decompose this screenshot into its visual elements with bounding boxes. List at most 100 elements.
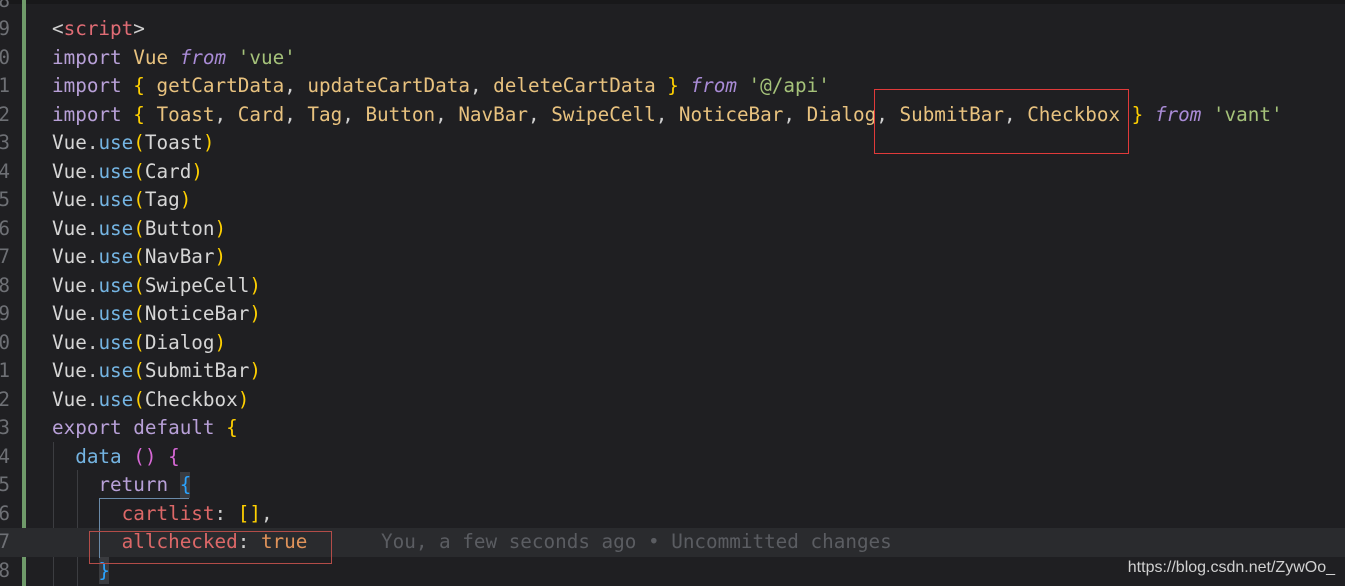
- code-token: Vue: [52, 302, 87, 325]
- code-token: []: [237, 501, 261, 525]
- code-token: (: [133, 245, 145, 268]
- code-token: {: [179, 473, 192, 496]
- code-token: ): [249, 273, 261, 297]
- code-token: ): [191, 159, 203, 183]
- code-token: getCartData: [156, 74, 285, 97]
- code-editor[interactable]: 8 9 <script> 0 import Vue from 'vue' 1 import …: [0, 0, 1345, 585]
- code-token: use: [98, 188, 134, 211]
- code-token: ,: [214, 102, 238, 126]
- code-token: (: [133, 216, 145, 240]
- code-token: Checkbox: [144, 387, 238, 411]
- line-number: 4: [0, 159, 10, 183]
- code-token: ,: [342, 102, 366, 126]
- code-token: return: [52, 473, 180, 496]
- code-line[interactable]: 2 import { Toast, Card, Tag, Button, NavB…: [0, 101, 1345, 130]
- code-line[interactable]: 9 <script>: [0, 15, 1345, 44]
- line-number: 3: [0, 131, 10, 154]
- code-token: Vue: [52, 387, 87, 411]
- code-token: (: [133, 302, 145, 325]
- code-line[interactable]: 1 Vue.use(SubmitBar): [0, 357, 1345, 386]
- code-token: Vue: [52, 330, 87, 354]
- code-token: .: [86, 359, 99, 382]
- highlight-annotation-box: [874, 89, 1129, 154]
- line-number: 4: [0, 444, 10, 468]
- code-text: data () {: [52, 443, 180, 472]
- code-token: Dialog: [144, 330, 215, 354]
- code-token: .: [86, 216, 99, 240]
- code-token: SwipeCell: [551, 102, 656, 126]
- line-number: 3: [0, 416, 10, 439]
- code-token: ): [214, 245, 227, 268]
- code-token: Card: [237, 102, 285, 126]
- code-token: Vue: [52, 159, 87, 183]
- code-line[interactable]: 4 Vue.use(Card): [0, 158, 1345, 187]
- code-text: Vue.use(Dialog): [52, 329, 226, 358]
- code-token: NoticeBar: [144, 302, 250, 325]
- code-token: from: [690, 74, 737, 97]
- code-token: Toast: [156, 102, 215, 126]
- code-line[interactable]: 0 import Vue from 'vue': [0, 44, 1345, 73]
- line-number: 0: [0, 45, 10, 69]
- code-token: export: [52, 416, 134, 439]
- code-token: import: [52, 102, 134, 126]
- git-blame-annotation: You, a few seconds ago • Uncommitted cha…: [381, 530, 892, 553]
- code-line[interactable]: 2 Vue.use(Checkbox): [0, 386, 1345, 415]
- code-text: Vue.use(NoticeBar): [52, 300, 261, 329]
- code-token: .: [86, 188, 99, 211]
- code-token: ,: [435, 102, 459, 126]
- line-number: 8: [0, 558, 10, 582]
- code-line[interactable]: 3 Vue.use(Toast): [0, 129, 1345, 158]
- code-line[interactable]: 6 cartlist: [],: [0, 500, 1345, 529]
- code-token: Dialog: [806, 102, 877, 126]
- code-line[interactable]: 5 Vue.use(Tag): [0, 186, 1345, 215]
- line-number: 8: [0, 273, 10, 297]
- code-text: export default {: [52, 414, 238, 443]
- code-token: .: [86, 302, 99, 325]
- code-line[interactable]: 7 Vue.use(NavBar): [0, 243, 1345, 272]
- code-token: Tag: [144, 188, 180, 211]
- watermark: https://blog.csdn.net/ZywOo_: [1127, 559, 1335, 576]
- code-token: .: [86, 131, 99, 154]
- code-token: .: [86, 387, 99, 411]
- code-token: ): [249, 302, 261, 325]
- code-token: Card: [144, 159, 192, 183]
- code-line[interactable]: 8 Vue.use(SwipeCell): [0, 272, 1345, 301]
- line-number: 6: [0, 216, 10, 240]
- code-line[interactable]: 9 Vue.use(NoticeBar): [0, 300, 1345, 329]
- code-token: (: [133, 188, 145, 211]
- code-token: import: [52, 45, 134, 69]
- code-text: Vue.use(Toast): [52, 129, 215, 158]
- line-number: 2: [0, 102, 10, 126]
- line-number: 8: [0, 0, 10, 12]
- code-token: :: [214, 501, 238, 525]
- code-line[interactable]: 3 export default {: [0, 414, 1345, 443]
- code-token: 'vue': [226, 45, 296, 69]
- code-token: {: [168, 444, 180, 468]
- code-token: (: [133, 359, 145, 382]
- code-token: (: [133, 131, 145, 154]
- code-line[interactable]: 4 data () {: [0, 443, 1345, 472]
- code-token: ): [214, 216, 227, 240]
- code-text: Vue.use(SubmitBar): [52, 357, 261, 386]
- code-text: cartlist: [],: [52, 500, 273, 529]
- code-text: import { getCartData, updateCartData, de…: [52, 72, 830, 101]
- code-line[interactable]: 8: [0, 0, 1345, 15]
- line-number: 7: [0, 245, 10, 268]
- code-token: Vue: [52, 245, 87, 268]
- code-token: ): [202, 131, 215, 154]
- code-line[interactable]: 1 import { getCartData, updateCartData, d…: [0, 72, 1345, 101]
- line-number: 1: [0, 74, 10, 97]
- code-token: use: [98, 216, 134, 240]
- code-token: ): [237, 387, 250, 411]
- code-token: NavBar: [458, 102, 528, 126]
- code-token: data: [52, 444, 134, 468]
- code-line[interactable]: 6 Vue.use(Button): [0, 215, 1345, 244]
- code-token: Button: [144, 216, 215, 240]
- code-token: <: [52, 17, 64, 40]
- code-line[interactable]: 0 Vue.use(Dialog): [0, 329, 1345, 358]
- code-token: SwipeCell: [144, 273, 250, 297]
- code-token: script: [63, 17, 134, 40]
- code-line[interactable]: 5 return {: [0, 471, 1345, 500]
- code-token: use: [98, 330, 134, 354]
- code-token: use: [98, 359, 134, 382]
